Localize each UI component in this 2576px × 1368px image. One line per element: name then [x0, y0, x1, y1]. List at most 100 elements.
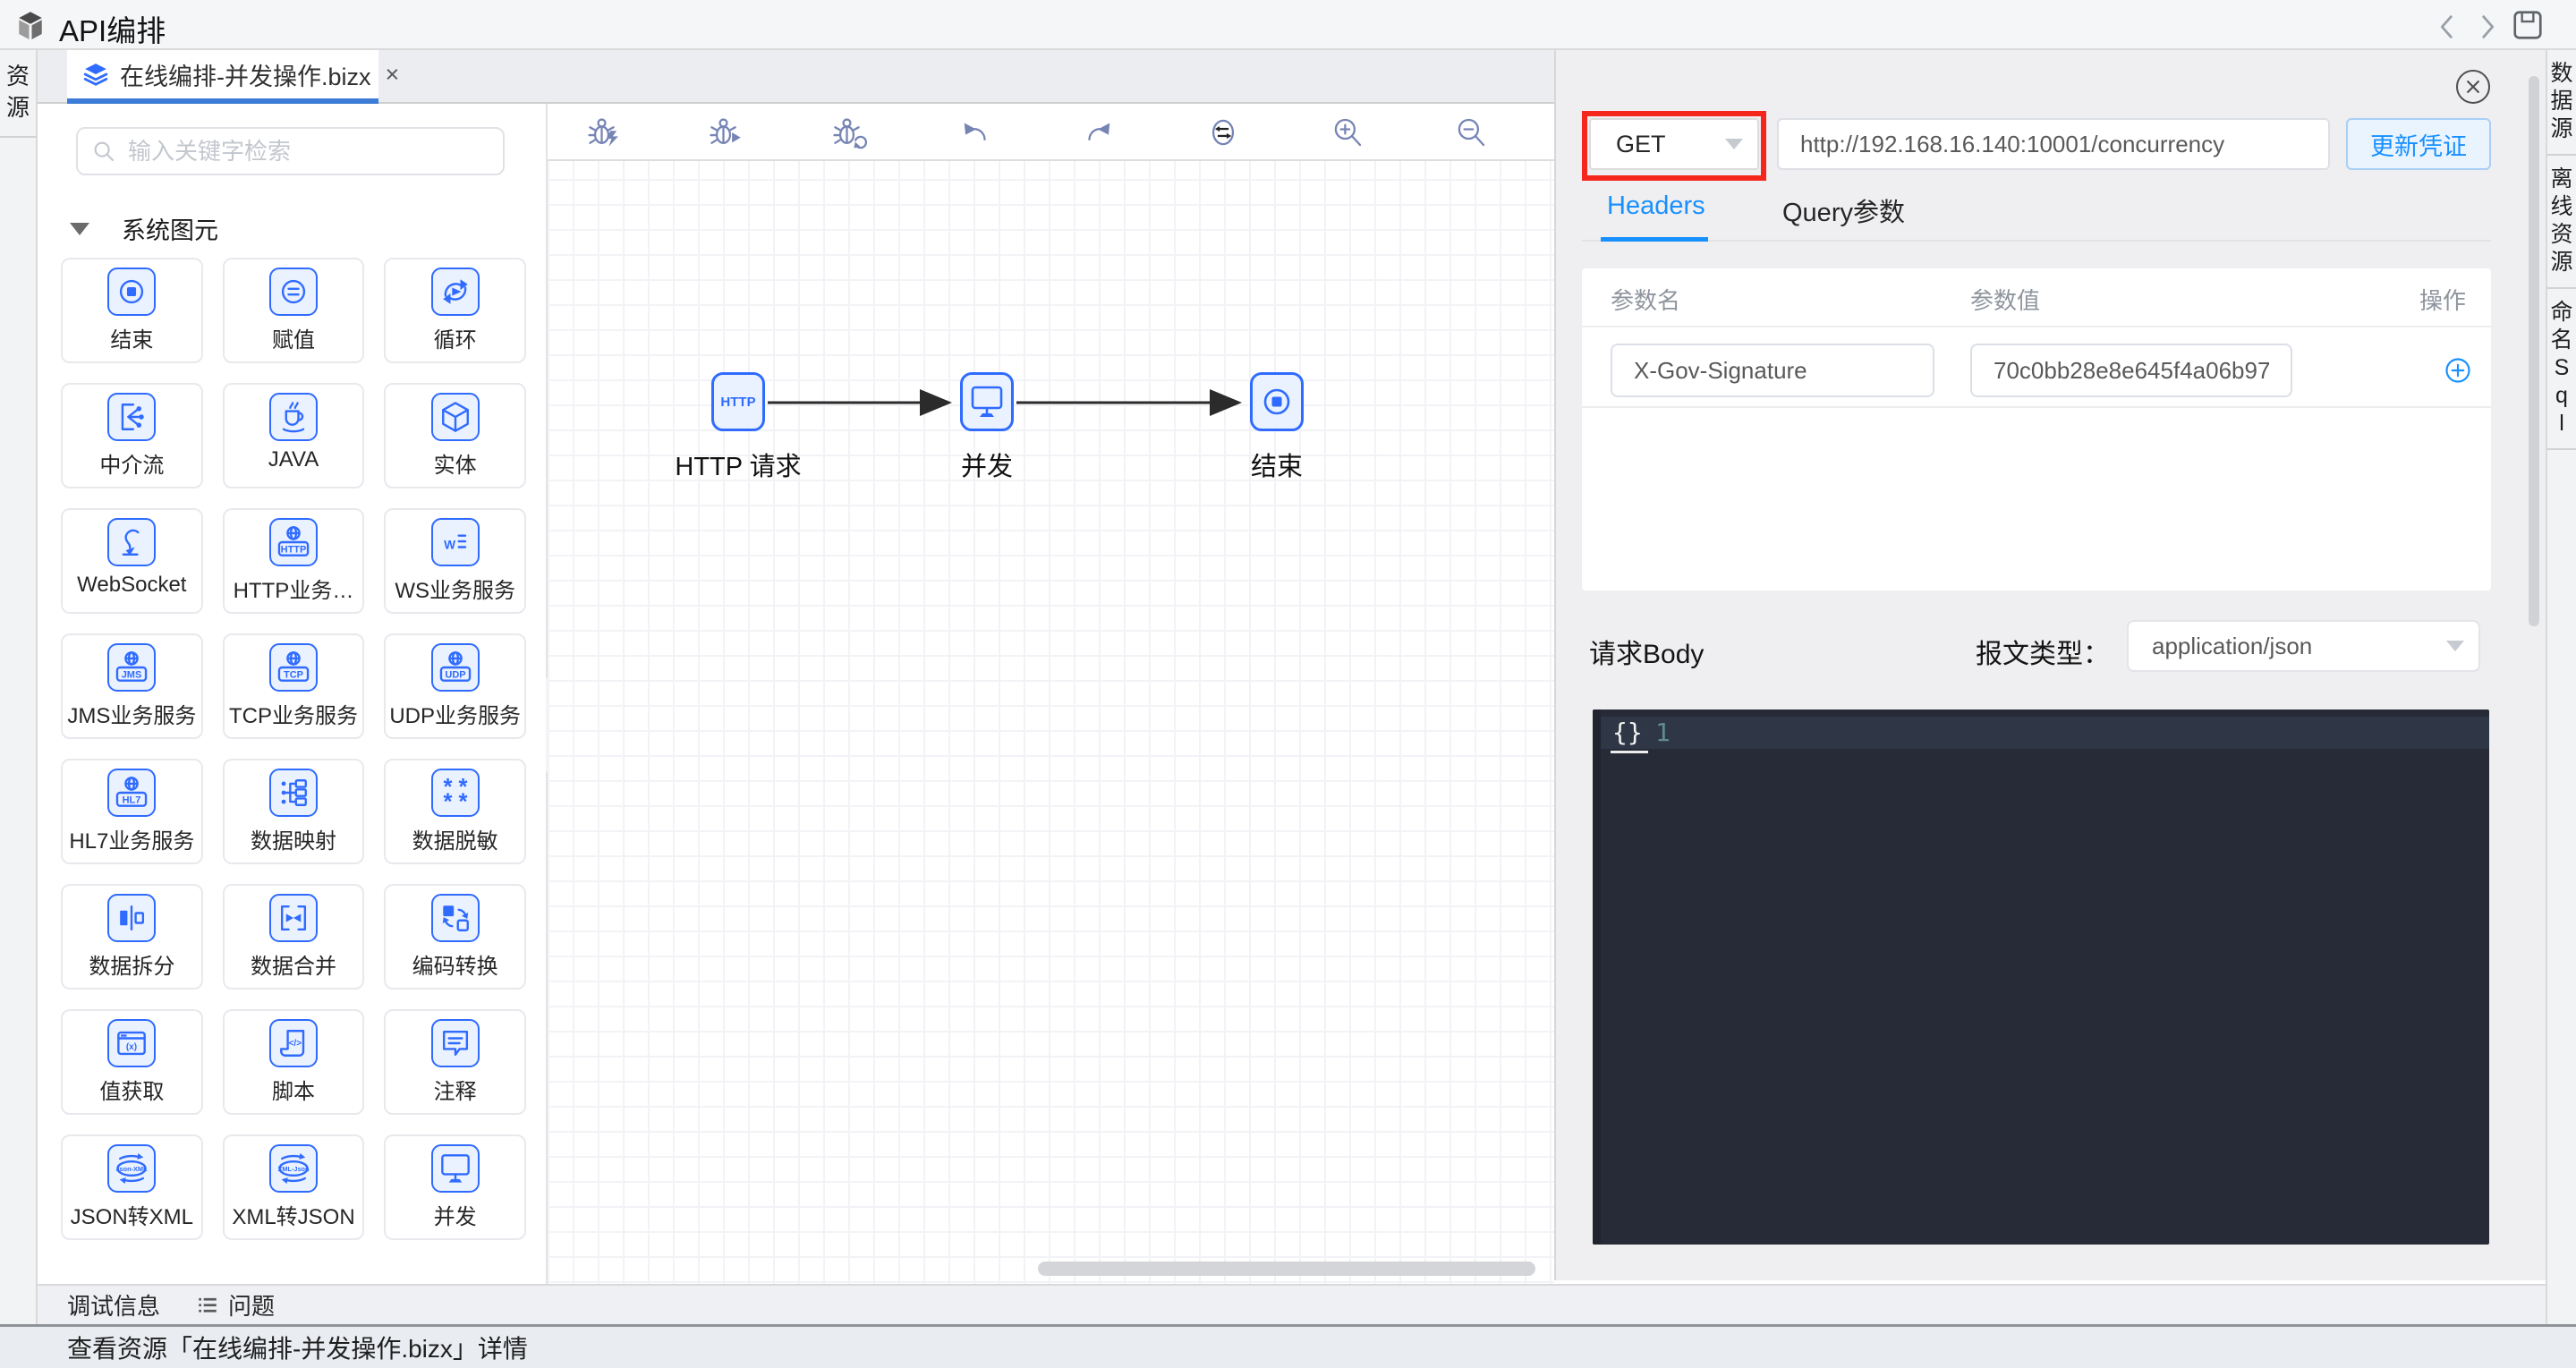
editor-cursor — [1611, 751, 1648, 753]
param-value-input[interactable] — [1970, 344, 2292, 397]
compare-icon[interactable] — [1204, 114, 1242, 151]
method-select[interactable]: GET — [1589, 118, 1759, 170]
palette-item-websocket-icon[interactable]: WebSocket — [61, 508, 203, 614]
undo-icon[interactable] — [956, 114, 994, 151]
palette-item-tcp-service-icon[interactable]: TCP TCP业务服务 — [222, 633, 365, 739]
collapse-triangle-icon — [70, 222, 89, 235]
palette-item-data-mapping-icon[interactable]: 数据映射 — [222, 759, 365, 864]
method-value: GET — [1616, 130, 1666, 157]
palette-item-label: 循环 — [433, 328, 477, 353]
palette-item-data-split-icon[interactable]: 数据拆分 — [61, 884, 203, 990]
flow-node-concurrency-icon[interactable]: 并发 — [959, 372, 1015, 483]
mediator-flow-icon — [107, 393, 157, 441]
add-row-icon[interactable] — [2440, 353, 2476, 388]
body-code-editor[interactable]: {} 1 — [1593, 709, 2489, 1245]
palette-item-label: 脚本 — [271, 1080, 315, 1104]
palette-item-label: WebSocket — [77, 573, 187, 597]
assign-icon — [268, 268, 318, 316]
palette-item-entity-icon[interactable]: 实体 — [384, 383, 526, 489]
palette-item-label: 结束 — [110, 328, 154, 353]
tcp-service-icon: TCP — [268, 643, 318, 692]
save-icon[interactable] — [2511, 8, 2543, 40]
inspector-vertical-scrollbar[interactable] — [2529, 76, 2539, 626]
encoding-convert-icon — [430, 894, 480, 942]
headers-table: 参数名 参数值 操作 — [1582, 268, 2491, 591]
search-icon — [90, 138, 117, 165]
close-icon[interactable] — [2456, 70, 2490, 104]
tab-document[interactable]: 在线编排-并发操作.bizx × — [67, 50, 399, 104]
svg-text:UDP: UDP — [445, 669, 465, 680]
palette-item-comment-icon[interactable]: 注释 — [384, 1009, 526, 1115]
status-bar: 查看资源「在线编排-并发操作.bizx」详情 — [0, 1324, 2576, 1368]
palette-item-json-to-xml-icon[interactable]: Json-XML JSON转XML — [61, 1134, 203, 1240]
palette-item-end-icon[interactable]: 结束 — [61, 258, 203, 363]
palette-item-value-get-icon[interactable]: (x) 值获取 — [61, 1009, 203, 1115]
left-strip-tab-resources[interactable]: 资源 — [0, 50, 36, 138]
content-type-select[interactable]: application/json — [2127, 620, 2480, 672]
palette-item-loop-icon[interactable]: 循环 — [384, 258, 526, 363]
palette-item-label: 数据脱敏 — [412, 829, 498, 854]
svg-text:XML-Json: XML-Json — [277, 1165, 310, 1173]
palette-item-java-icon[interactable]: JAVA — [222, 383, 365, 489]
bottom-bar-item-1[interactable]: 调试信息 — [67, 1288, 160, 1321]
palette-item-concurrency-icon[interactable]: 并发 — [384, 1134, 526, 1240]
palette-item-label: 中介流 — [99, 454, 165, 478]
bottom-bar-item-2[interactable]: 问题 — [196, 1288, 275, 1321]
palette-item-data-masking-icon[interactable]: * * * * 数据脱敏 — [384, 759, 526, 864]
palette-item-hl7-service-icon[interactable]: HL7 HL7业务服务 — [61, 759, 203, 864]
ws-service-icon: W — [430, 518, 480, 566]
value-get-icon: (x) — [107, 1019, 157, 1067]
layers-icon — [83, 63, 108, 86]
update-credential-button[interactable]: 更新凭证 — [2346, 118, 2491, 170]
flow-canvas[interactable]: HTTP HTTP 请求 并发 结束 — [548, 104, 1554, 1284]
tab-close-icon[interactable]: × — [386, 61, 400, 89]
row-divider — [1582, 406, 2491, 408]
zoom-out-icon[interactable] — [1452, 114, 1490, 151]
palette-item-label: 值获取 — [99, 1080, 165, 1104]
palette-section-label: 系统图元 — [122, 217, 218, 244]
concurrency-icon — [960, 372, 1014, 431]
palette-item-assign-icon[interactable]: 赋值 — [222, 258, 365, 363]
palette-item-jms-service-icon[interactable]: JMS JMS业务服务 — [61, 633, 203, 739]
palette-item-script-icon[interactable]: </> 脚本 — [222, 1009, 365, 1115]
param-name-input[interactable] — [1611, 344, 1934, 397]
url-input[interactable] — [1777, 118, 2330, 170]
palette-grid: 结束 赋值 循环中介流 JAVA 实体 WebSocket HTTP HTTP业务… W WS业务… — [61, 258, 526, 1240]
palette-item-udp-service-icon[interactable]: UDP UDP业务服务 — [384, 633, 526, 739]
svg-text:* *: * * — [443, 789, 467, 812]
palette-item-label: 赋值 — [271, 328, 315, 353]
palette-item-mediator-flow-icon[interactable]: 中介流 — [61, 383, 203, 489]
palette-item-http-service-icon[interactable]: HTTP HTTP业务… — [222, 508, 365, 614]
redo-icon[interactable] — [1080, 114, 1118, 151]
edges-layer — [768, 389, 1242, 416]
request-body-label: 请求Body — [1589, 640, 1705, 669]
palette-item-encoding-convert-icon[interactable]: 编码转换 — [384, 884, 526, 990]
search-input[interactable] — [126, 136, 490, 166]
tab-headers[interactable]: Headers — [1607, 191, 1705, 221]
palette-item-label: 实体 — [433, 454, 477, 478]
debug-run-icon[interactable] — [586, 114, 624, 151]
palette-item-ws-service-icon[interactable]: W WS业务服务 — [384, 508, 526, 614]
api-orchestration-app: API编排 资源 在线编排-并发操作.bizx × 输入关键字检索 系统图元 结… — [0, 0, 2576, 1368]
debug-continue-icon[interactable] — [708, 114, 745, 151]
palette-item-data-merge-icon[interactable]: 数据合并 — [222, 884, 365, 990]
palette-item-label: 数据拆分 — [89, 955, 175, 979]
palette-item-label: JSON转XML — [70, 1205, 193, 1229]
editor-gutter — [1593, 709, 1601, 1245]
nav-forward-icon[interactable] — [2472, 12, 2504, 44]
palette-search[interactable] — [76, 127, 505, 175]
right-strip-tab-1[interactable]: 数据源 — [2547, 50, 2576, 156]
right-strip-tab-2[interactable]: 离线资源 — [2547, 156, 2576, 289]
palette-section-header[interactable]: 系统图元 — [70, 211, 218, 246]
palette-item-xml-to-json-icon[interactable]: XML-Json XML转JSON — [222, 1134, 365, 1240]
update-credential-label: 更新凭证 — [2370, 132, 2467, 160]
debug-restart-icon[interactable] — [831, 114, 869, 151]
canvas-horizontal-scrollbar[interactable] — [1038, 1262, 1535, 1276]
flow-node-http-node-icon[interactable]: HTTP HTTP 请求 — [675, 372, 802, 483]
editor-active-line — [1601, 717, 2489, 749]
tab-query-params[interactable]: Query参数 — [1782, 191, 1905, 229]
zoom-in-icon[interactable] — [1329, 114, 1366, 151]
right-strip-tab-3[interactable]: 命名Sql — [2547, 289, 2576, 450]
flow-node-end-icon[interactable]: 结束 — [1249, 372, 1305, 483]
nav-back-icon[interactable] — [2432, 12, 2464, 44]
